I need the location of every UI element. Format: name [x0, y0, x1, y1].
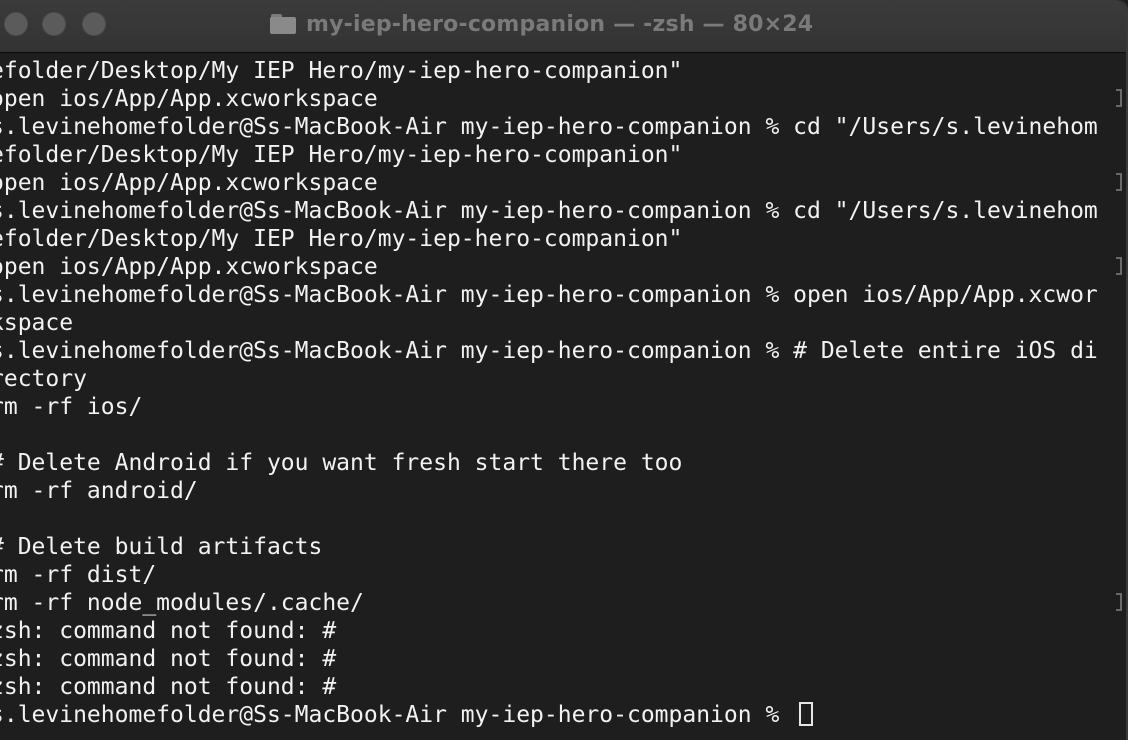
terminal-line: s.levinehomefolder@Ss-MacBook-Air my-iep…: [0, 198, 1098, 224]
terminal-line: open ios/App/App.xcworkspace: [0, 170, 378, 196]
window-title-text: my-iep-hero-companion — -zsh — 80×24: [306, 11, 814, 37]
terminal-prompt-line: s.levinehomefolder@Ss-MacBook-Air my-iep…: [0, 701, 814, 729]
folder-icon: [270, 14, 296, 34]
text-cursor: [799, 702, 814, 726]
terminal-line: kspace: [0, 310, 74, 336]
terminal-line: efolder/Desktop/My IEP Hero/my-iep-hero-…: [0, 58, 683, 84]
mark-bracket: [1116, 89, 1122, 107]
mark-bracket: [1116, 257, 1122, 275]
terminal-line: rm -rf dist/: [0, 562, 157, 588]
window-title: my-iep-hero-companion — -zsh — 80×24: [270, 9, 813, 39]
zoom-button[interactable]: [82, 12, 106, 36]
terminal-line: s.levinehomefolder@Ss-MacBook-Air my-iep…: [0, 114, 1098, 140]
mark-bracket: [1116, 173, 1122, 191]
terminal-line: open ios/App/App.xcworkspace: [0, 86, 378, 112]
terminal-line: open ios/App/App.xcworkspace: [0, 254, 378, 280]
title-bar[interactable]: my-iep-hero-companion — -zsh — 80×24: [0, 0, 1126, 53]
terminal-line: # Delete build artifacts: [0, 534, 323, 560]
terminal-line: # Delete Android if you want fresh start…: [0, 450, 683, 476]
terminal-line: efolder/Desktop/My IEP Hero/my-iep-hero-…: [0, 142, 683, 168]
terminal-line: s.levinehomefolder@Ss-MacBook-Air my-iep…: [0, 338, 1098, 364]
close-button[interactable]: [4, 12, 28, 36]
terminal-window: my-iep-hero-companion — -zsh — 80×24 efo…: [0, 0, 1128, 740]
terminal-line: zsh: command not found: #: [0, 646, 337, 672]
minimize-button[interactable]: [42, 12, 66, 36]
terminal-line: zsh: command not found: #: [0, 674, 337, 700]
terminal-line: efolder/Desktop/My IEP Hero/my-iep-hero-…: [0, 226, 683, 252]
mark-bracket: [1116, 593, 1122, 611]
terminal-line: zsh: command not found: #: [0, 618, 337, 644]
terminal-line: rectory: [0, 366, 87, 392]
terminal-line: s.levinehomefolder@Ss-MacBook-Air my-iep…: [0, 282, 1098, 308]
terminal-line: rm -rf ios/: [0, 394, 143, 420]
terminal-line: rm -rf android/: [0, 478, 198, 504]
terminal-line: rm -rf node_modules/.cache/: [0, 590, 364, 616]
prompt-text: s.levinehomefolder@Ss-MacBook-Air my-iep…: [0, 702, 794, 728]
terminal-output[interactable]: efolder/Desktop/My IEP Hero/my-iep-hero-…: [0, 57, 1114, 740]
